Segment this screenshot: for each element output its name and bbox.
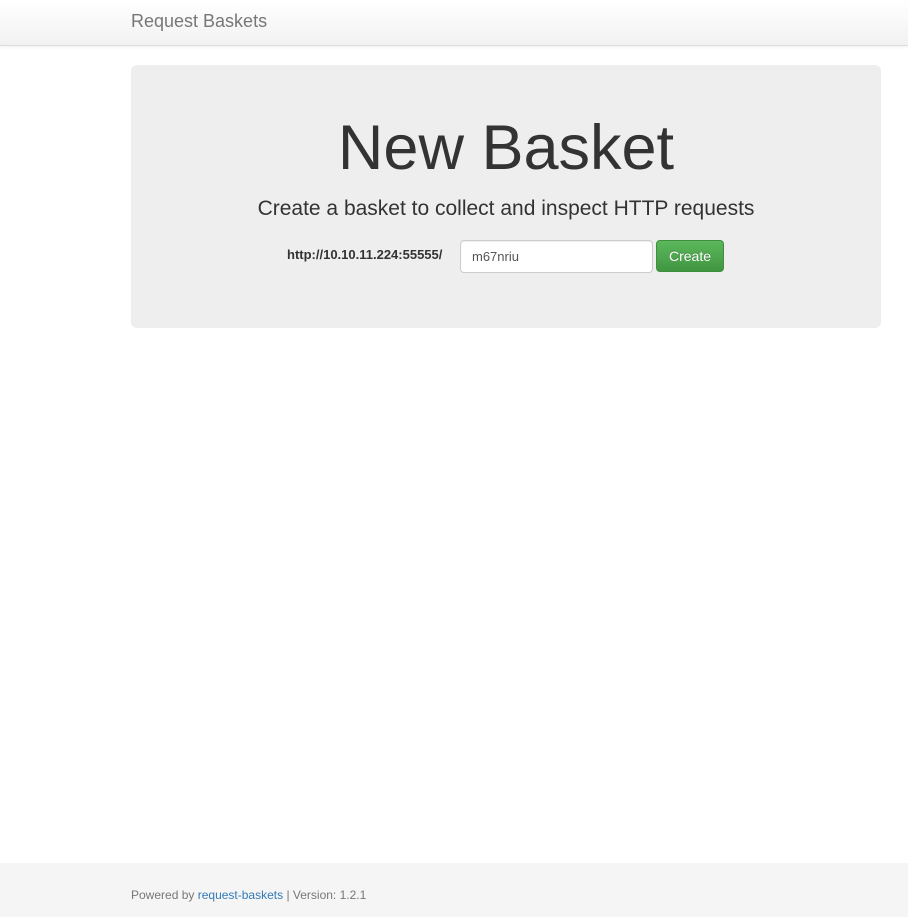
basket-name-input[interactable] [460,240,653,273]
top-navbar: Request Baskets [0,0,908,46]
footer-powered-by: Powered by [131,888,195,902]
create-button[interactable]: Create [656,240,724,272]
footer-text: Powered by request-baskets | Version: 1.… [131,887,366,903]
page-subtitle: Create a basket to collect and inspect H… [257,197,755,220]
brand-link[interactable]: Request Baskets [131,11,267,31]
request-baskets-link[interactable]: request-baskets [198,888,283,902]
footer: Powered by request-baskets | Version: 1.… [0,863,908,917]
basket-url-prefix: http://10.10.11.224:55555/ [287,247,443,262]
footer-version: | Version: 1.2.1 [286,888,367,902]
new-basket-panel: New Basket Create a basket to collect an… [131,65,881,328]
page-title: New Basket [337,113,675,183]
